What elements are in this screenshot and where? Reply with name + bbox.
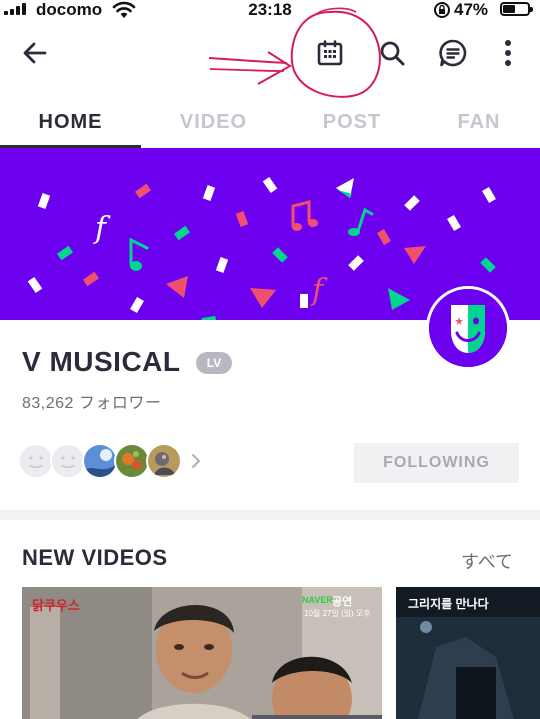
calendar-button[interactable] — [310, 33, 350, 73]
new-videos-title: NEW VIDEOS — [22, 545, 168, 570]
video-overlay-text: 공연 — [332, 596, 353, 608]
avatar — [18, 443, 54, 479]
see-all-link[interactable]: すべて — [461, 548, 513, 574]
tab-home[interactable]: HOME — [0, 96, 141, 148]
tab-post[interactable]: POST — [286, 96, 418, 148]
chat-button[interactable] — [433, 33, 473, 73]
following-button[interactable]: FOLLOWING — [354, 443, 519, 483]
chat-icon — [439, 39, 467, 67]
section-divider — [0, 510, 540, 520]
tab-video[interactable]: VIDEO — [141, 96, 286, 148]
channel-name: V MUSICAL — [22, 346, 181, 377]
back-arrow-icon — [23, 42, 47, 64]
tab-bar: HOME VIDEO POST FAN — [0, 96, 540, 148]
more-options-button[interactable] — [488, 33, 528, 73]
follower-count: 83,262 フォロワー — [22, 395, 162, 412]
channel-logo — [426, 286, 510, 370]
avatar — [50, 443, 86, 479]
channel-level-badge: LV — [196, 352, 232, 374]
avatar — [82, 443, 118, 479]
search-button[interactable] — [372, 33, 412, 73]
video-overlay-date: 10월 27일 (일) 오후 — [304, 609, 371, 618]
rotation-lock-icon — [434, 2, 450, 18]
video-title-overlay: 닭쿠우스 — [32, 598, 80, 613]
video-thumbnail[interactable]: 그리지를 만나다 — [396, 587, 540, 719]
naver-logo: NAVER — [302, 595, 333, 605]
avatar — [146, 443, 182, 479]
calendar-icon — [317, 40, 343, 66]
top-fans-row[interactable] — [18, 443, 218, 481]
search-icon — [380, 41, 405, 66]
status-bar: docomo 23:18 47% — [0, 0, 540, 20]
back-button[interactable] — [15, 33, 55, 73]
battery-icon — [500, 2, 533, 16]
tab-fan[interactable]: FAN — [418, 96, 540, 148]
top-bar — [0, 20, 540, 88]
battery-percent: 47% — [454, 0, 489, 19]
video-thumbnail[interactable]: 닭쿠우스 NAVER 공연 10월 27일 (일) 오후 — [22, 587, 382, 719]
video-title-overlay: 그리지를 만나다 — [408, 597, 489, 611]
more-vertical-icon — [505, 40, 511, 66]
avatar — [114, 443, 150, 479]
chevron-right-icon — [192, 454, 200, 468]
